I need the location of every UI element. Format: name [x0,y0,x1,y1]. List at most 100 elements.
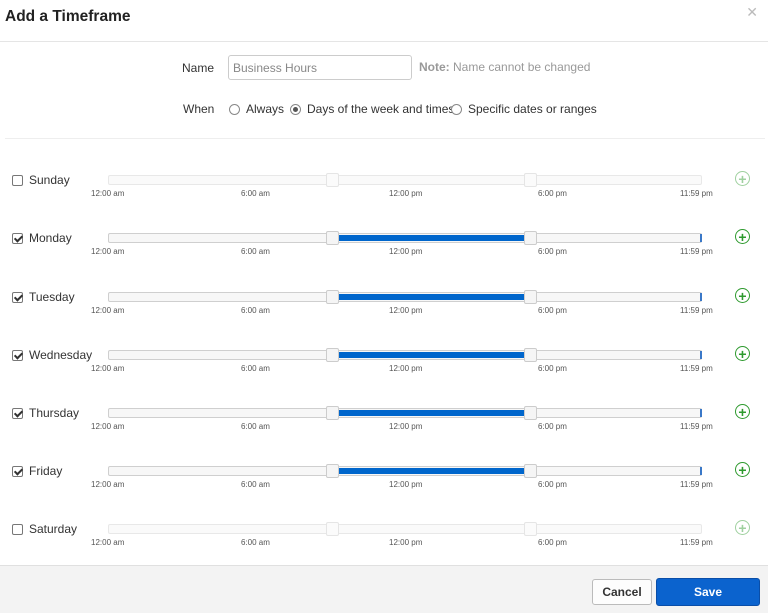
day-checkbox-friday[interactable] [12,466,23,477]
track-end-mark [700,351,702,359]
add-range-icon[interactable]: + [735,520,750,535]
time-tick-label: 12:00 am [91,364,125,373]
time-tick-label: 6:00 am [241,306,270,315]
dialog-header: Add a Timeframe ✕ [0,0,768,42]
close-icon[interactable]: ✕ [746,4,758,21]
time-tick-label: 11:59 pm [680,364,713,373]
time-tick-label: 12:00 am [91,189,125,198]
time-tick-label: 6:00 am [241,538,270,547]
radio-specific-circle[interactable] [451,103,462,115]
note-bold: Note: [419,60,450,74]
time-range-selection [338,410,530,416]
dialog-title: Add a Timeframe [5,8,131,25]
time-tick-label: 6:00 pm [538,480,567,489]
day-row-saturday: Saturday 12:00 am 6:00 am 12:00 pm 6:00 pm 11… [0,518,768,558]
day-checkbox-sunday[interactable] [12,175,23,186]
time-tick-label: 12:00 pm [389,422,423,431]
radio-specific-label: Specific dates or ranges [468,102,597,116]
day-row-sunday: Sunday 12:00 am 6:00 am 12:00 pm 6:00 pm 11:5… [0,169,768,209]
time-tick-label: 12:00 pm [389,306,423,315]
time-slider-track[interactable] [108,290,702,304]
time-slider-track[interactable] [108,522,702,536]
time-tick-label: 6:00 am [241,364,270,373]
end-time-handle[interactable] [524,464,537,478]
time-tick-label: 12:00 am [91,422,125,431]
note-text: Name cannot be changed [453,60,591,74]
time-slider-track[interactable] [108,231,702,245]
time-tick-label: 6:00 am [241,480,270,489]
end-time-handle[interactable] [524,173,537,187]
radio-days-of-week[interactable]: Days of the week and times [290,102,454,116]
day-row-wednesday: Wednesday 12:00 am 6:00 am 12:00 pm 6:00 pm 1… [0,344,768,384]
name-input[interactable] [228,55,412,80]
add-range-icon[interactable]: + [735,404,750,419]
start-time-handle[interactable] [326,231,339,245]
day-checkbox-saturday[interactable] [12,524,23,535]
time-tick-label: 11:59 pm [680,189,713,198]
add-range-icon[interactable]: + [735,229,750,244]
track-end-mark [700,409,702,417]
time-tick-label: 6:00 am [241,189,270,198]
radio-days-circle[interactable] [290,103,301,115]
time-tick-label: 11:59 pm [680,306,713,315]
time-tick-label: 6:00 pm [538,247,567,256]
day-label: Thursday [29,406,80,420]
radio-days-label: Days of the week and times [307,102,455,116]
save-button[interactable]: Save [656,578,760,606]
time-tick-label: 6:00 am [241,247,270,256]
day-label: Monday [29,231,72,245]
add-range-icon[interactable]: + [735,462,750,477]
time-tick-label: 12:00 am [91,480,125,489]
radio-always-label: Always [246,102,285,116]
add-range-icon[interactable]: + [735,346,750,361]
time-slider-track[interactable] [108,464,702,478]
day-checkbox-tuesday[interactable] [12,292,23,303]
cancel-button[interactable]: Cancel [592,579,652,605]
section-divider [5,138,765,139]
time-tick-label: 12:00 pm [389,247,423,256]
time-tick-label: 12:00 am [91,538,125,547]
end-time-handle[interactable] [524,348,537,362]
day-row-thursday: Thursday 12:00 am 6:00 am 12:00 pm 6:00 pm 11… [0,402,768,442]
radio-always-circle[interactable] [229,103,240,115]
start-time-handle[interactable] [326,173,339,187]
time-tick-label: 6:00 pm [538,364,567,373]
timeframe-dialog: Add a Timeframe ✕ Name Note: Name cannot… [0,0,768,613]
end-time-handle[interactable] [524,406,537,420]
day-checkbox-wednesday[interactable] [12,350,23,361]
time-tick-label: 11:59 pm [680,247,713,256]
day-label: Wednesday [29,348,93,362]
end-time-handle[interactable] [524,522,537,536]
start-time-handle[interactable] [326,290,339,304]
end-time-handle[interactable] [524,231,537,245]
time-slider-track[interactable] [108,348,702,362]
radio-specific-dates[interactable]: Specific dates or ranges [451,102,597,116]
start-time-handle[interactable] [326,522,339,536]
time-range-selection [338,468,530,474]
end-time-handle[interactable] [524,290,537,304]
day-row-monday: Monday 12:00 am 6:00 am 12:00 pm 6:00 pm 11:5… [0,227,768,267]
start-time-handle[interactable] [326,464,339,478]
start-time-handle[interactable] [326,348,339,362]
time-slider-track[interactable] [108,173,702,187]
track-end-mark [700,293,702,301]
day-checkbox-monday[interactable] [12,233,23,244]
time-slider-track[interactable] [108,406,702,420]
time-tick-label: 6:00 am [241,422,270,431]
time-tick-label: 6:00 pm [538,422,567,431]
day-checkbox-thursday[interactable] [12,408,23,419]
radio-always[interactable]: Always [229,102,284,116]
time-range-selection [338,352,530,358]
time-tick-label: 12:00 pm [389,480,423,489]
name-note: Note: Name cannot be changed [419,60,590,74]
time-tick-label: 12:00 pm [389,189,423,198]
time-range-selection [338,235,530,241]
add-range-icon[interactable]: + [735,171,750,186]
day-row-tuesday: Tuesday 12:00 am 6:00 am 12:00 pm 6:00 pm 11:… [0,286,768,326]
time-tick-label: 6:00 pm [538,306,567,315]
add-range-icon[interactable]: + [735,288,750,303]
day-label: Friday [29,464,63,478]
track-end-mark [700,467,702,475]
start-time-handle[interactable] [326,406,339,420]
when-label: When [183,102,215,116]
